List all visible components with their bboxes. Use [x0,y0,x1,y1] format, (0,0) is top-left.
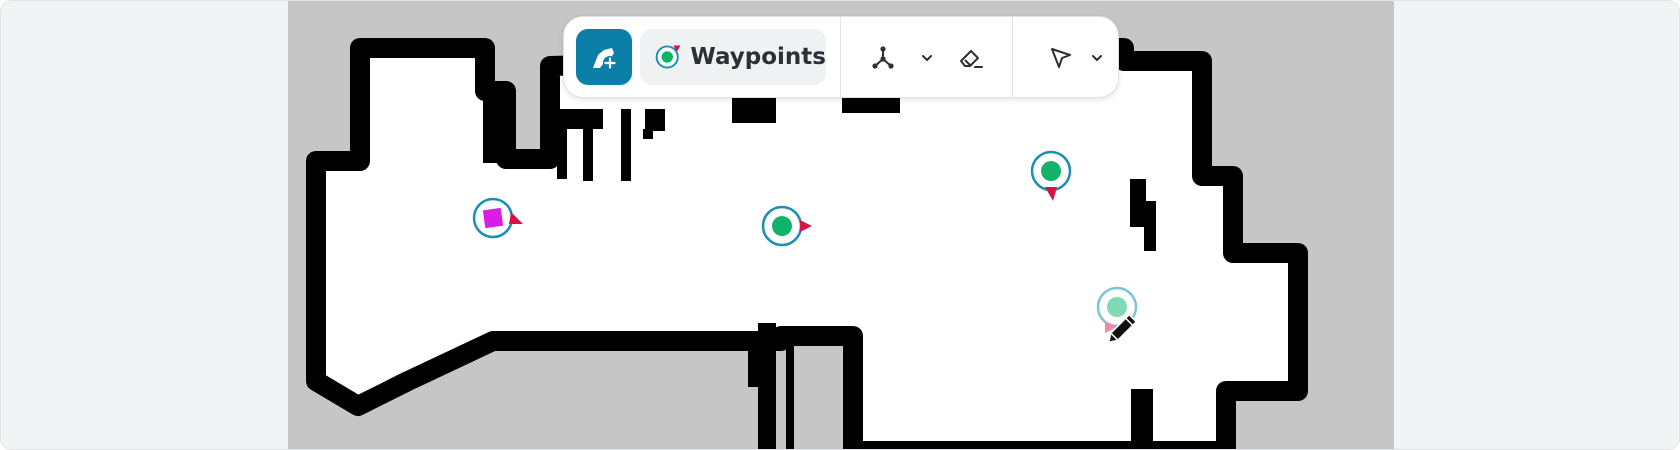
wall-block [583,109,593,181]
wall-block [786,335,794,449]
toolbar-divider [840,17,841,97]
wall-block [732,97,776,123]
nodes-icon [872,46,894,69]
wall-block [645,109,665,131]
select-tool-button[interactable] [1042,39,1080,77]
wall-block [799,327,807,333]
wall-block [842,97,900,113]
wall-block [643,129,653,139]
wall-block [1144,201,1156,251]
waypoints-label: Waypoints [690,44,826,70]
nodes-tool-dropdown[interactable] [916,45,938,71]
waypoints-mode-button[interactable]: Waypoints [640,29,826,85]
select-tool-dropdown[interactable] [1086,45,1108,71]
eraser-icon [960,50,983,68]
wall-block [748,351,762,387]
wall-block [1130,179,1146,227]
app-window: Waypoints [0,0,1680,450]
wall-block [483,101,501,163]
cursor-arrow-icon [1051,48,1071,68]
wall-block [621,109,631,181]
toolbar-divider [1012,17,1013,97]
map-add-icon [593,48,617,70]
wall-block [1131,389,1153,449]
add-map-element-button[interactable] [576,29,632,85]
eraser-tool-button[interactable] [952,39,990,77]
chevron-down-icon [922,55,932,61]
map-toolbar: Waypoints [563,16,1119,98]
wall-block [808,327,816,337]
waypoint-icon [655,45,681,69]
nodes-tool-button[interactable] [864,39,902,77]
chevron-down-icon [1092,55,1102,61]
